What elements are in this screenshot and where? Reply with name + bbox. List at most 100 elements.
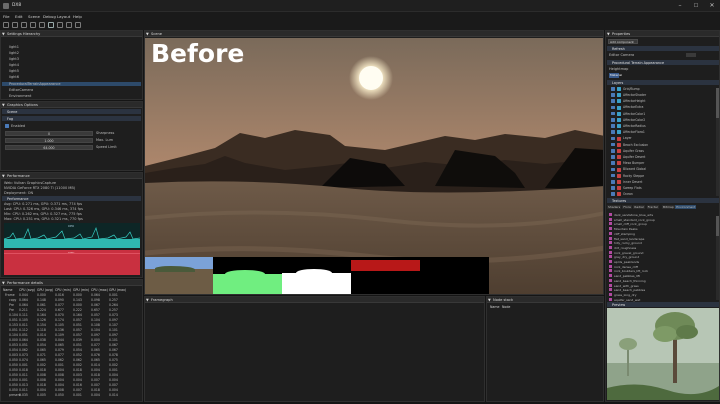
sharpness-slider[interactable]: 0	[5, 131, 93, 136]
layer-name[interactable]: AffectorColor1	[623, 112, 645, 116]
perf-col-header[interactable]: CPU (min)	[55, 288, 71, 292]
section-preview[interactable]: Preview	[607, 302, 719, 307]
layer-checkbox[interactable]	[611, 167, 615, 172]
speed-limit-slider[interactable]: 64.000	[5, 145, 93, 150]
layer-name[interactable]: Aquifer Grass	[623, 149, 644, 153]
texture-item[interactable]: dark_sandstone_blue_arts	[609, 213, 653, 217]
layer-name[interactable]: Mesa Bumper	[623, 161, 644, 165]
material-button[interactable]: Material	[609, 73, 622, 78]
texture-item[interactable]: small_standard_rock_group	[609, 217, 655, 222]
textures-scrollbar[interactable]	[716, 216, 719, 300]
section-refresh[interactable]: Refresh	[607, 46, 719, 51]
layer-checkbox[interactable]	[611, 149, 615, 153]
scale-icon[interactable]	[75, 22, 81, 28]
layer-checkbox[interactable]	[611, 155, 615, 159]
select-icon[interactable]	[48, 22, 54, 28]
new-icon[interactable]	[3, 22, 9, 28]
texture-tab[interactable]: Shaders	[607, 205, 622, 209]
section-performance[interactable]: Performance	[2, 196, 141, 201]
texture-item[interactable]: grey_dry_ground	[609, 255, 639, 259]
texture-item[interactable]: small_cliff_rock_group	[609, 222, 647, 226]
layer-checkbox[interactable]	[611, 161, 615, 165]
texture-item[interactable]: flat_sand_landscape	[609, 236, 644, 241]
layers-scrollbar[interactable]	[716, 88, 719, 196]
texture-item[interactable]: rock_gravel_ground	[609, 250, 643, 255]
minimize-icon[interactable]: –	[675, 2, 685, 10]
perf-col-header[interactable]: Name	[3, 288, 12, 292]
hierarchy-item[interactable]: light6	[9, 75, 19, 79]
texture-tab[interactable]: Bitmap	[662, 205, 675, 209]
layer-name[interactable]: Ocean	[623, 192, 633, 196]
redo-icon[interactable]	[39, 22, 45, 28]
section-textures[interactable]: Textures	[607, 198, 719, 203]
texture-item[interactable]: sand_pebbles_lift	[609, 274, 640, 278]
hierarchy-item[interactable]: light3	[9, 57, 19, 61]
texture-item[interactable]: sand_beach_thinning	[609, 278, 646, 283]
undo-icon[interactable]	[30, 22, 36, 28]
layer-name[interactable]: Inner Desert	[623, 180, 642, 184]
menu-debug[interactable]: Debug	[43, 14, 56, 19]
section-scene[interactable]: Scene	[2, 109, 141, 114]
maximize-icon[interactable]: ☐	[691, 2, 701, 10]
layer-checkbox[interactable]	[611, 173, 615, 178]
texture-item[interactable]: rock_dense_cliff	[609, 264, 638, 269]
section-layers[interactable]: Layers	[607, 80, 719, 85]
layer-name[interactable]: Grid/Bump	[623, 87, 640, 91]
thumbnail-normals[interactable]	[213, 257, 282, 294]
texture-item[interactable]: rock_boulders_lift_rock	[609, 269, 648, 273]
layer-checkbox[interactable]	[611, 180, 615, 184]
section-fog[interactable]: Fog	[2, 116, 141, 121]
save-icon[interactable]	[21, 22, 27, 28]
hierarchy-item[interactable]: light2	[9, 51, 19, 55]
texture-item[interactable]: sand_with_grass	[609, 283, 639, 288]
thumbnail-depth[interactable]	[282, 257, 351, 294]
layer-name[interactable]: Aquifer Desert	[623, 155, 645, 159]
layer-checkbox[interactable]	[611, 142, 615, 147]
menu-layout[interactable]: Layout	[57, 14, 70, 19]
thumbnail-red-channel[interactable]	[351, 257, 420, 294]
editor-camera-toggle[interactable]	[686, 53, 696, 57]
texture-item[interactable]: aprils_peaklands	[609, 260, 639, 264]
layer-checkbox[interactable]	[611, 192, 615, 196]
layer-name[interactable]: AffectorColor2	[623, 118, 645, 122]
layer-name[interactable]: Blizzard Global	[623, 167, 646, 171]
section-terrain[interactable]: Procedural Terrain Appearance	[607, 60, 719, 65]
hierarchy-item[interactable]: EditorCamera	[9, 88, 33, 92]
hierarchy-item[interactable]: light5	[9, 69, 19, 73]
texture-item[interactable]: Mountain Peaks	[609, 227, 638, 231]
texture-tab[interactable]: Radial	[633, 205, 645, 209]
perf-col-header[interactable]: GPU (avg)	[37, 288, 53, 292]
texture-item[interactable]: grass_long_dry	[609, 292, 637, 297]
layer-checkbox[interactable]	[611, 124, 615, 128]
layer-checkbox[interactable]	[611, 105, 615, 110]
texture-tab[interactable]: Flora	[622, 205, 632, 209]
layer-checkbox[interactable]	[611, 111, 615, 116]
layer-checkbox[interactable]	[611, 87, 615, 91]
perf-col-header[interactable]: CPU (max)	[91, 288, 108, 292]
layer-name[interactable]: Layer	[623, 136, 632, 140]
layer-name[interactable]: AffectorShader	[623, 93, 646, 97]
layer-name[interactable]: Sweep Flats	[623, 186, 642, 190]
thumbnail-color[interactable]	[145, 257, 213, 294]
hierarchy-item[interactable]: light4	[9, 63, 19, 67]
menu-help[interactable]: Help	[73, 14, 82, 19]
texture-item[interactable]: sand_beach_pebbles	[609, 288, 645, 292]
move-icon[interactable]	[57, 22, 63, 28]
perf-col-header[interactable]: GPU (max)	[109, 288, 126, 292]
texture-item[interactable]: cliff_stamping	[609, 231, 635, 236]
layer-name[interactable]: AffectorExtra	[623, 105, 643, 109]
texture-tab[interactable]: Environment	[675, 205, 697, 209]
layer-checkbox[interactable]	[611, 93, 615, 97]
hierarchy-item-selected[interactable]: ProceduralTerrainAppearance	[2, 82, 141, 86]
rotate-icon[interactable]	[66, 22, 72, 28]
layer-checkbox[interactable]	[611, 130, 615, 134]
add-component-button[interactable]: Add component	[608, 39, 638, 44]
layer-name[interactable]: AffectorHeight	[623, 99, 645, 103]
perf-col-header[interactable]: CPU (avg)	[19, 288, 35, 292]
thumbnail-shadow[interactable]	[420, 257, 489, 294]
layer-name[interactable]: Beach Exclusion	[623, 143, 648, 147]
hierarchy-item[interactable]: light1	[9, 45, 19, 49]
max-lum-slider[interactable]: 1.000	[5, 138, 93, 143]
menu-edit[interactable]: Edit	[15, 14, 23, 19]
layer-checkbox[interactable]	[611, 99, 615, 103]
